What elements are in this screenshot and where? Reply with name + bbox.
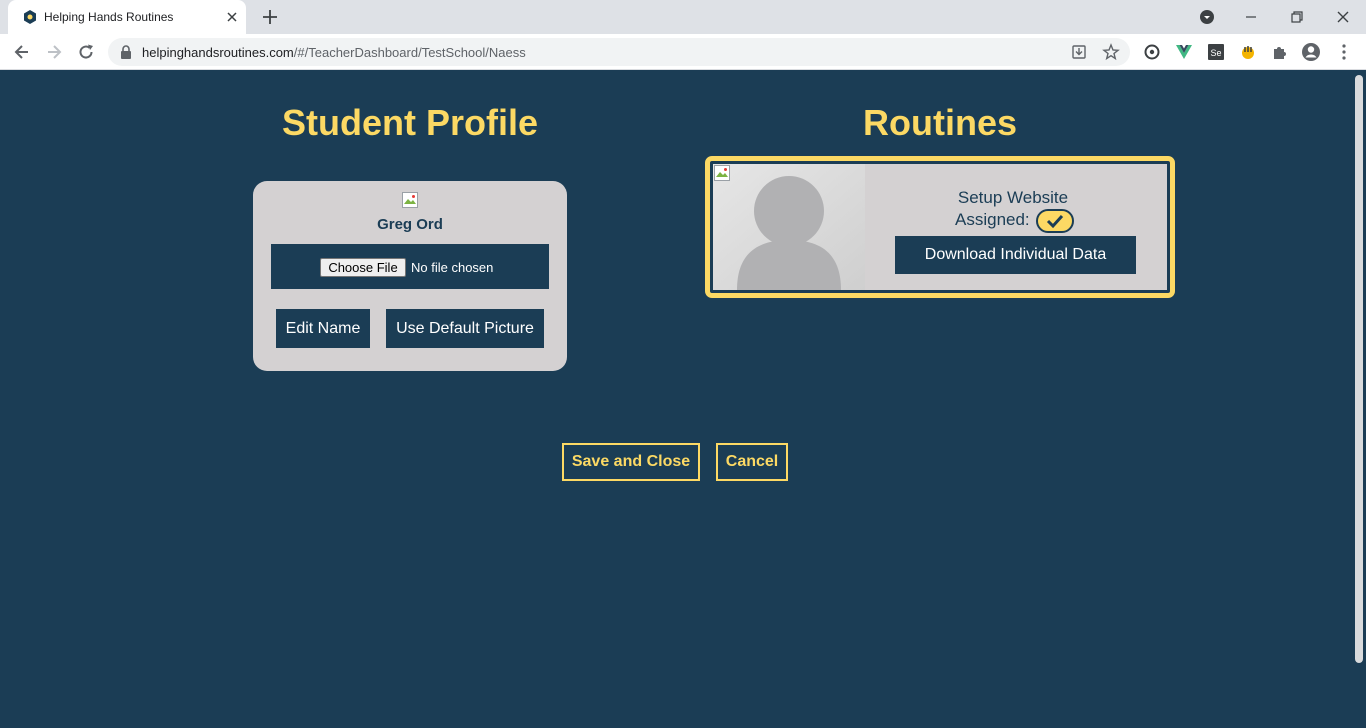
assigned-label: Assigned: <box>955 210 1030 229</box>
file-status-text: No file chosen <box>411 260 494 275</box>
tab-search-icon[interactable] <box>1197 7 1217 27</box>
address-bar[interactable]: helpinghandsroutines.com/#/TeacherDashbo… <box>108 38 1130 66</box>
routine-card[interactable]: Setup Website Assigned: Download Individ… <box>705 156 1175 298</box>
routines-heading: Routines <box>862 102 1017 143</box>
extensions-puzzle-icon[interactable] <box>1270 42 1290 62</box>
page-content: Student Profile Routines Greg Ord Choose… <box>0 71 1366 728</box>
selenium-ide-icon[interactable]: Se <box>1206 42 1226 62</box>
url-text: helpinghandsroutines.com/#/TeacherDashbo… <box>142 45 526 60</box>
hand-extension-icon[interactable] <box>1238 42 1258 62</box>
file-upload-row: Choose File No file chosen <box>271 244 549 289</box>
browser-toolbar: helpinghandsroutines.com/#/TeacherDashbo… <box>0 34 1366 70</box>
routine-card-body: Setup Website Assigned: Download Individ… <box>713 164 1167 290</box>
student-profile-card: Greg Ord Choose File No file chosen Edit… <box>253 181 567 371</box>
close-window-icon[interactable] <box>1333 7 1353 27</box>
vue-devtools-icon[interactable] <box>1174 42 1194 62</box>
new-tab-icon[interactable] <box>260 7 280 27</box>
reload-icon[interactable] <box>76 42 96 62</box>
restore-icon[interactable] <box>1287 7 1307 27</box>
site-favicon-icon <box>24 10 36 24</box>
tab-title: Helping Hands Routines <box>44 10 174 24</box>
forward-icon[interactable] <box>44 42 64 62</box>
assigned-toggle[interactable] <box>1036 209 1074 233</box>
checkmark-icon <box>1046 214 1064 229</box>
save-and-close-button[interactable]: Save and Close <box>562 443 700 481</box>
broken-image-icon <box>402 192 418 208</box>
scrollbar-thumb[interactable] <box>1355 75 1363 663</box>
back-icon[interactable] <box>12 42 32 62</box>
profile-avatar-icon[interactable] <box>1301 42 1321 62</box>
broken-image-icon <box>714 165 730 181</box>
install-app-icon[interactable] <box>1070 43 1088 61</box>
use-default-picture-button[interactable]: Use Default Picture <box>386 309 544 348</box>
bookmark-star-icon[interactable] <box>1102 43 1120 61</box>
browser-tabstrip: Helping Hands Routines <box>0 0 1366 34</box>
default-avatar-icon <box>713 164 865 290</box>
student-name: Greg Ord <box>377 216 443 233</box>
svg-text:Se: Se <box>1210 48 1221 58</box>
url-path: /#/TeacherDashboard/TestSchool/Naess <box>293 45 526 60</box>
minimize-icon[interactable] <box>1241 7 1261 27</box>
page-scrollbar[interactable] <box>1352 71 1366 728</box>
cancel-button[interactable]: Cancel <box>716 443 788 481</box>
download-individual-data-button[interactable]: Download Individual Data <box>895 236 1136 274</box>
close-tab-icon[interactable] <box>224 9 240 25</box>
edit-name-button[interactable]: Edit Name <box>276 309 370 348</box>
url-host: helpinghandsroutines.com <box>142 45 294 60</box>
browser-tab[interactable]: Helping Hands Routines <box>8 0 246 34</box>
student-profile-heading: Student Profile <box>281 102 538 143</box>
browser-menu-icon[interactable] <box>1334 42 1354 62</box>
lock-icon[interactable] <box>120 45 132 59</box>
choose-file-button[interactable]: Choose File <box>320 258 406 277</box>
extension-sync-icon[interactable] <box>1142 42 1162 62</box>
routine-name: Setup Website <box>957 188 1069 207</box>
routine-image <box>713 164 865 290</box>
